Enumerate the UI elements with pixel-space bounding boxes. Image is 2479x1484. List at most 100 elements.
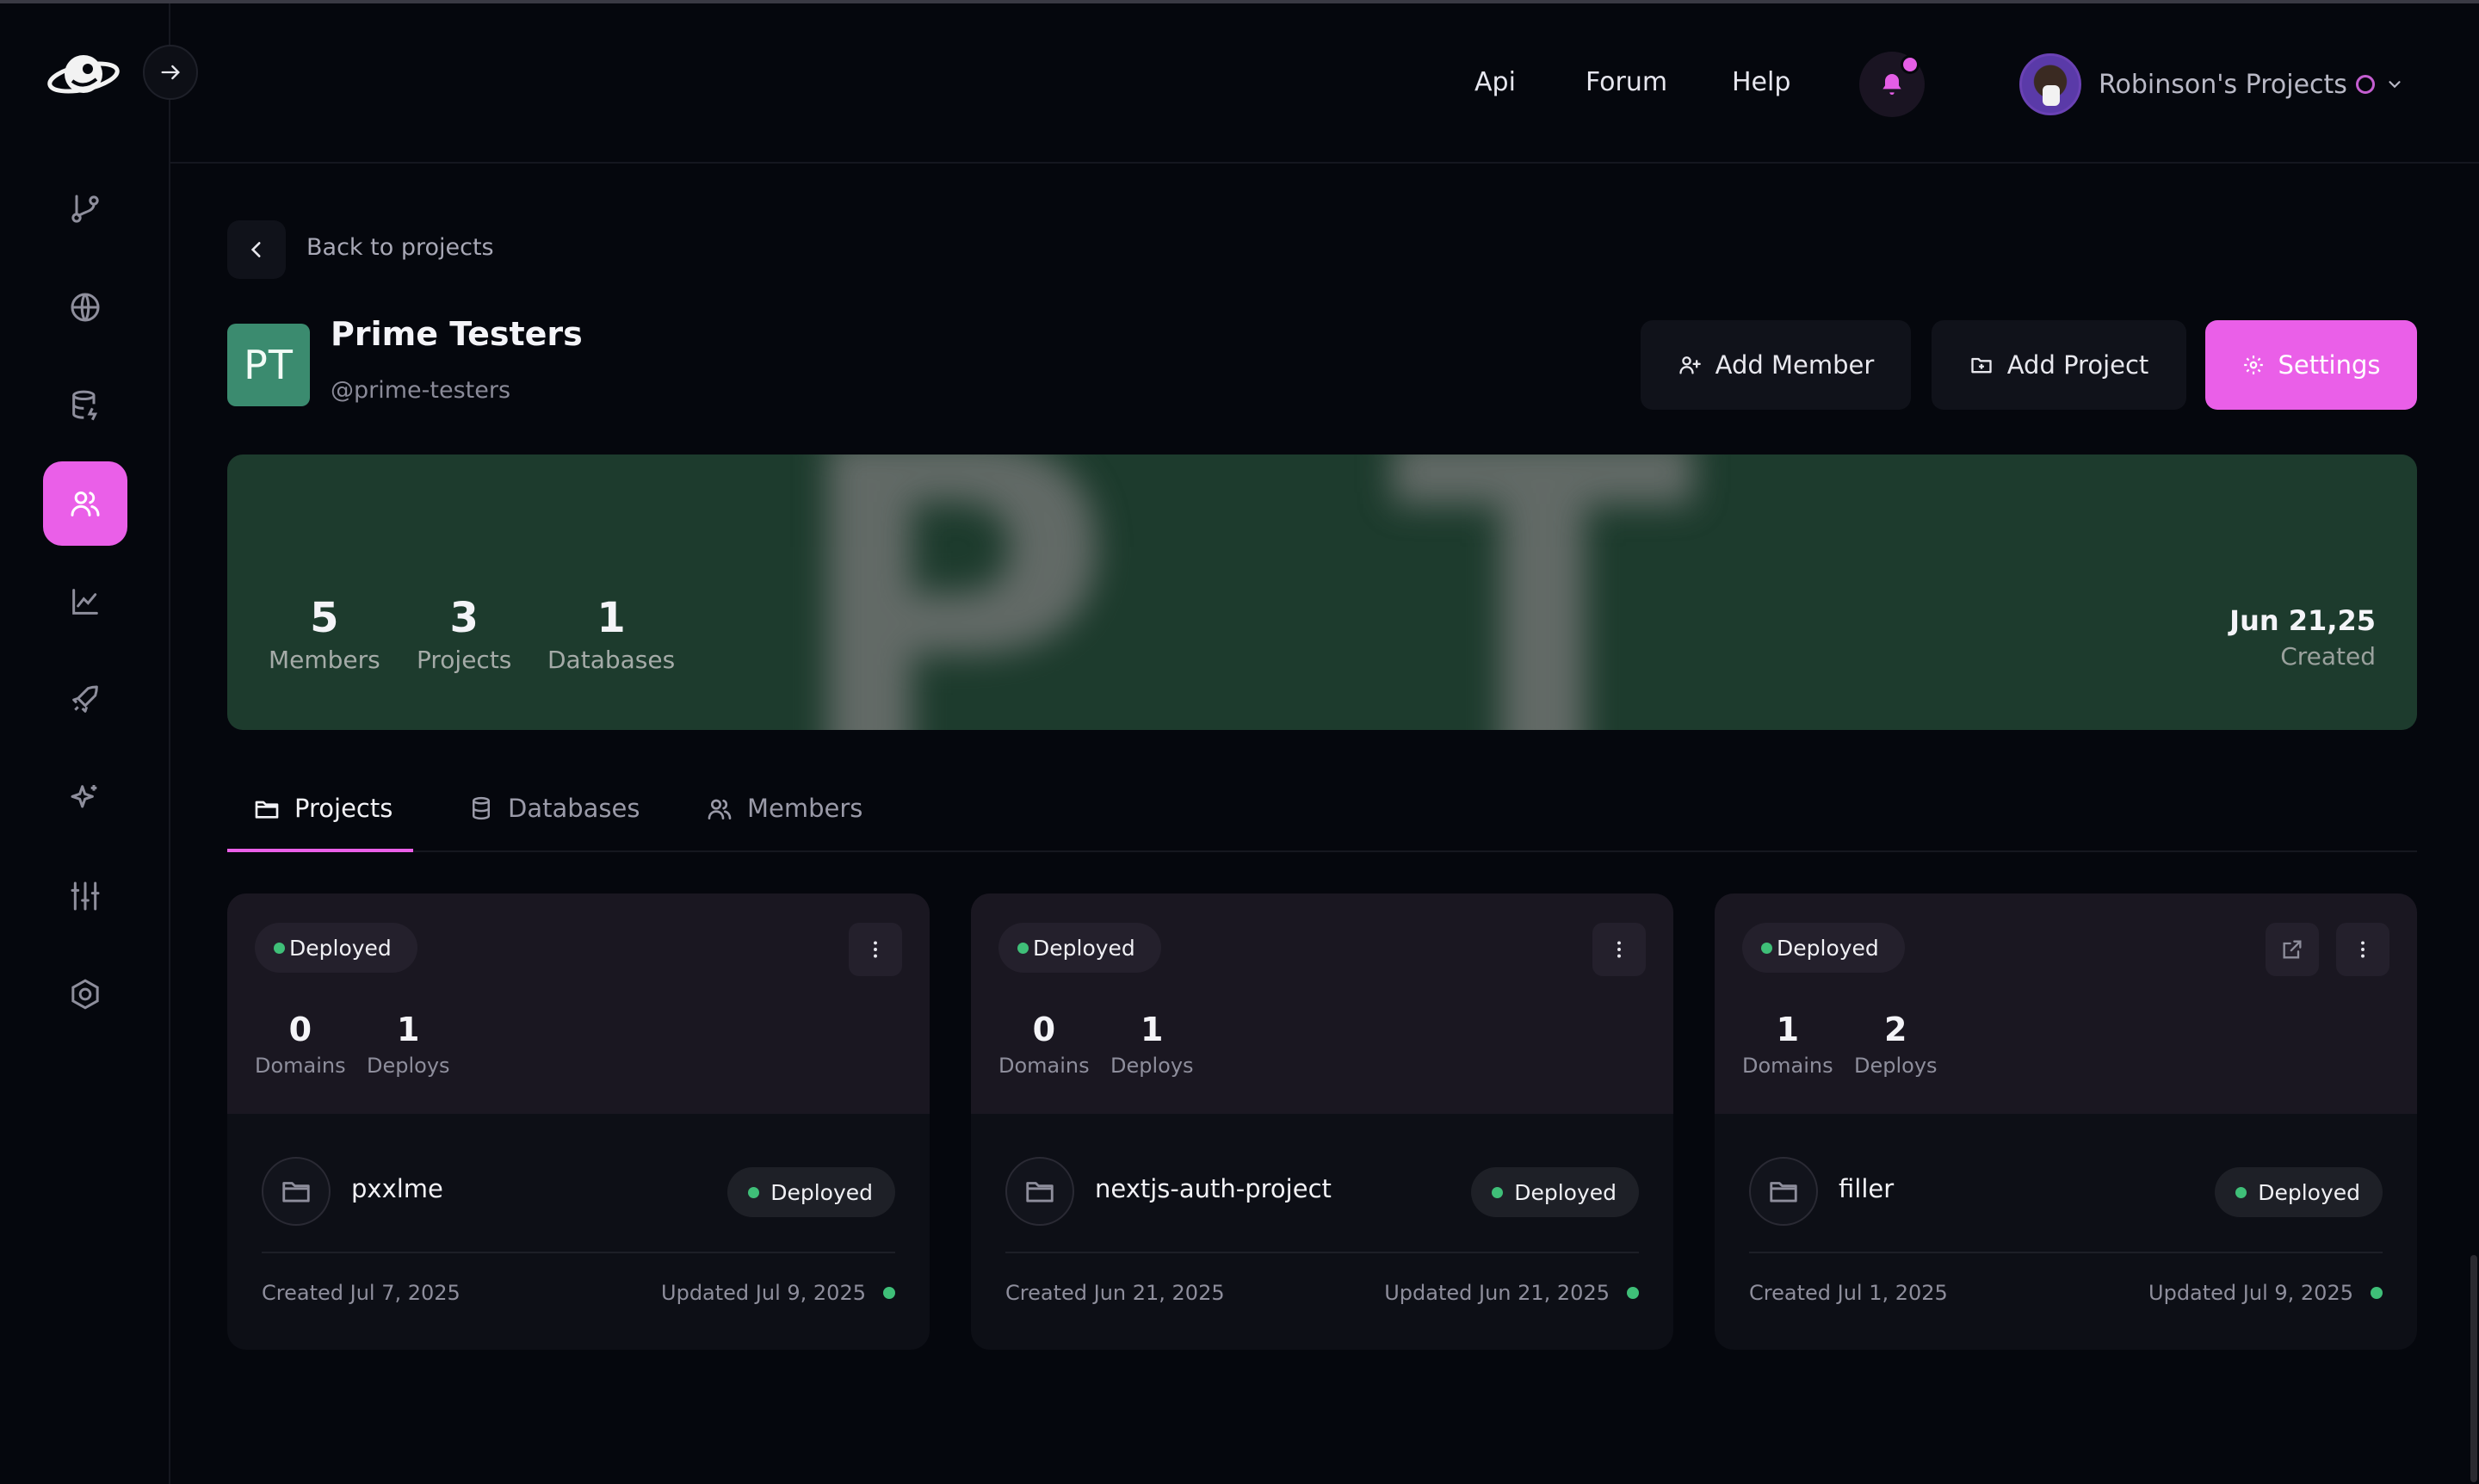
domains-label: Domains	[998, 1054, 1090, 1078]
domains-label: Domains	[255, 1054, 346, 1078]
more-options-button[interactable]	[1592, 923, 1646, 976]
tab-members[interactable]: Members	[706, 794, 862, 852]
sidebar-item-analytics[interactable]	[43, 560, 127, 644]
avatar	[2019, 53, 2081, 115]
domains-count: 0	[1032, 1011, 1056, 1048]
project-name[interactable]: nextjs-auth-project	[1095, 1174, 1332, 1203]
verified-badge-icon	[2355, 75, 2375, 94]
status-badge: Deployed	[1742, 923, 1905, 973]
created-label: Created	[2280, 642, 2376, 671]
page-title: Prime Testers	[331, 315, 583, 353]
open-external-button[interactable]	[2266, 923, 2319, 976]
deploys-count: 2	[1884, 1011, 1907, 1048]
stat-label: Projects	[417, 646, 512, 674]
tab-databases[interactable]: Databases	[468, 794, 640, 852]
folder-icon	[1005, 1157, 1074, 1226]
updated-date: Updated Jul 9, 2025	[661, 1281, 895, 1305]
project-card[interactable]: Deployed 0 Domains 1 Deploys nextjs-auth…	[971, 893, 1673, 1350]
project-card[interactable]: Deployed 0 Domains 1 Deploys pxxlme Depl…	[227, 893, 930, 1350]
scrollbar[interactable]	[2470, 1255, 2477, 1482]
stat-label: Members	[269, 646, 380, 674]
user-plus-icon	[1679, 356, 1701, 374]
project-card[interactable]: Deployed 1 Domains 2 Deploys filler Depl…	[1715, 893, 2417, 1350]
add-member-button[interactable]: Add Member	[1641, 320, 1911, 410]
sidebar-item-settings[interactable]	[43, 952, 127, 1036]
external-link-icon	[2283, 940, 2302, 959]
bell-icon	[1882, 74, 1901, 95]
git-branch-icon	[71, 195, 99, 223]
sidebar-item-databases[interactable]	[43, 363, 127, 448]
add-project-label: Add Project	[2006, 350, 2149, 380]
updated-date: Updated Jul 9, 2025	[2148, 1281, 2383, 1305]
stat-value: 3	[449, 594, 479, 642]
status-badge: Deployed	[727, 1167, 895, 1217]
more-vertical-icon	[2361, 941, 2365, 958]
status-badge: Deployed	[2215, 1167, 2383, 1217]
stat-label: Databases	[547, 646, 676, 674]
more-vertical-icon	[1617, 941, 1621, 958]
deploys-stat: 1 Deploys	[1110, 1011, 1194, 1078]
more-vertical-icon	[874, 941, 877, 958]
created-info: Jun 21,25 Created	[2229, 604, 2376, 671]
add-project-button[interactable]: Add Project	[1932, 320, 2186, 410]
updated-date: Updated Jun 21, 2025	[1384, 1281, 1639, 1305]
folder-icon	[1749, 1157, 1818, 1226]
project-name[interactable]: filler	[1839, 1174, 1894, 1203]
created-date: Created Jul 1, 2025	[1749, 1281, 1948, 1305]
back-button[interactable]	[227, 220, 286, 279]
sidebar	[0, 3, 170, 1484]
sidebar-expand-button[interactable]	[143, 45, 198, 100]
deploys-label: Deploys	[1110, 1054, 1194, 1078]
sidebar-item-git[interactable]	[43, 167, 127, 251]
sidebar-item-controls[interactable]	[43, 854, 127, 938]
sidebar-item-domains[interactable]	[43, 265, 127, 349]
folder-icon	[255, 801, 279, 819]
domains-stat: 0 Domains	[998, 1011, 1090, 1078]
folder-plus-icon	[1971, 357, 1992, 374]
divider	[262, 1252, 895, 1253]
nav-link-forum[interactable]: Forum	[1586, 67, 1667, 97]
nav-link-help[interactable]: Help	[1732, 67, 1790, 97]
divider	[1749, 1252, 2383, 1253]
deploys-stat: 1 Deploys	[367, 1011, 450, 1078]
deploys-stat: 2 Deploys	[1854, 1011, 1938, 1078]
settings-button[interactable]: Settings	[2205, 320, 2417, 410]
globe-icon	[71, 293, 100, 322]
add-member-label: Add Member	[1715, 350, 1875, 380]
project-name[interactable]: pxxlme	[351, 1174, 443, 1203]
database-icon	[473, 796, 490, 820]
domains-stat: 0 Domains	[255, 1011, 346, 1078]
users-icon	[71, 492, 100, 516]
planet-logo-icon[interactable]	[46, 43, 121, 105]
more-options-button[interactable]	[2336, 923, 2389, 976]
sidebar-item-ai[interactable]	[43, 756, 127, 840]
tab-projects[interactable]: Projects	[227, 794, 413, 852]
deploys-count: 1	[1141, 1011, 1164, 1048]
org-stats-banner: PT 5 Members 3 Projects 1 Databases Jun …	[227, 454, 2417, 730]
more-options-button[interactable]	[849, 923, 902, 976]
back-to-projects-link[interactable]: Back to projects	[306, 234, 494, 261]
status-badge: Deployed	[998, 923, 1161, 973]
chevron-left-icon	[250, 242, 261, 257]
notifications-button[interactable]	[1859, 52, 1925, 117]
app-root: Api Forum Help Robinson's Projects Back …	[0, 0, 2479, 1484]
sidebar-item-deployments[interactable]	[43, 658, 127, 742]
account-menu[interactable]: Robinson's Projects	[2019, 52, 2404, 117]
status-badge: Deployed	[255, 923, 417, 973]
org-avatar: PT	[227, 324, 310, 406]
stat-value: 1	[597, 594, 626, 642]
created-date: Created Jun 21, 2025	[1005, 1281, 1225, 1305]
domains-count: 1	[1776, 1011, 1800, 1048]
domains-count: 0	[288, 1011, 312, 1048]
sidebar-item-teams[interactable]	[43, 461, 127, 546]
users-icon	[708, 799, 732, 819]
top-header: Api Forum Help Robinson's Projects	[170, 3, 2479, 164]
deploys-count: 1	[397, 1011, 420, 1048]
nav-link-api[interactable]: Api	[1474, 67, 1516, 97]
deploys-label: Deploys	[367, 1054, 450, 1078]
tab-label: Databases	[508, 794, 640, 823]
tab-label: Members	[747, 794, 863, 823]
deploys-label: Deploys	[1854, 1054, 1938, 1078]
chart-icon	[72, 589, 98, 615]
notification-dot	[1901, 55, 1920, 74]
